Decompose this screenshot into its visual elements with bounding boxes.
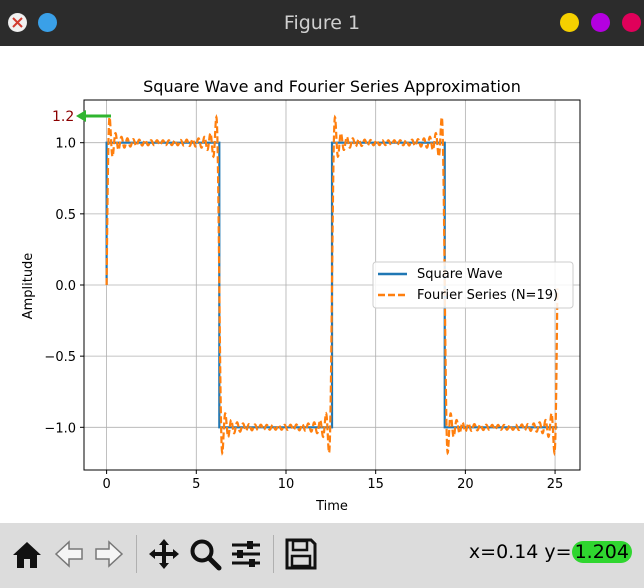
figure-canvas[interactable]: 0 5 10 15 20 25 −1.0 −0.5 0.0 0.5 1.0 Square Wave … <box>0 46 644 523</box>
x-tick-label: 5 <box>192 477 200 492</box>
home-icon <box>13 542 41 568</box>
legend-label-fourier: Fourier Series (N=19) <box>417 288 558 303</box>
annotation-label: 1.2 <box>52 109 74 125</box>
chart: 0 5 10 15 20 25 −1.0 −0.5 0.0 0.5 1.0 Square Wave … <box>21 77 581 514</box>
zoom-icon <box>190 539 222 571</box>
forward-arrow-icon <box>95 540 124 568</box>
x-tick-label: 10 <box>278 477 295 492</box>
x-tick-label: 20 <box>457 477 474 492</box>
forward-button[interactable] <box>92 537 126 571</box>
annotation: 1.2 <box>52 109 111 125</box>
save-icon <box>285 538 317 570</box>
configure-subplots-button[interactable] <box>229 537 263 571</box>
y-tick-label: 0.5 <box>55 208 76 223</box>
zoom-button[interactable] <box>188 537 222 571</box>
toolbar-separator <box>136 535 137 573</box>
back-arrow-icon <box>54 540 83 568</box>
y-tick-label: 0.0 <box>55 279 76 294</box>
x-axis-label: Time <box>315 499 348 514</box>
annotation-arrowhead <box>76 110 86 122</box>
maximize-button[interactable] <box>591 13 610 32</box>
legend: Square Wave Fourier Series (N=19) <box>372 261 574 309</box>
coordinate-y-readout: 1.204 <box>571 541 632 563</box>
y-axis-label: Amplitude <box>21 253 36 320</box>
ticks: 0 5 10 15 20 25 −1.0 −0.5 0.0 0.5 1.0 <box>44 137 563 492</box>
legend-label-square-wave: Square Wave <box>417 267 503 282</box>
back-button[interactable] <box>52 537 86 571</box>
x-tick-label: 25 <box>547 477 564 492</box>
save-button[interactable] <box>284 537 318 571</box>
y-tick-label: −1.0 <box>44 421 76 436</box>
pan-button[interactable] <box>147 537 181 571</box>
configure-subplots-icon <box>232 541 260 567</box>
minimize-button[interactable] <box>560 13 579 32</box>
window-titlebar: Figure 1 <box>0 0 644 46</box>
y-tick-label: −0.5 <box>44 350 76 365</box>
chart-title: Square Wave and Fourier Series Approxima… <box>143 77 521 96</box>
x-tick-label: 15 <box>367 477 384 492</box>
home-button[interactable] <box>10 537 44 571</box>
close-button[interactable] <box>622 13 641 32</box>
coordinate-readout: x=0.14 y= 1.204 <box>469 541 632 563</box>
pan-icon <box>149 539 179 569</box>
window-title: Figure 1 <box>283 12 361 34</box>
matplotlib-toolbar: x=0.14 y= 1.204 <box>0 523 644 588</box>
x-tick-label: 0 <box>102 477 110 492</box>
y-tick-label: 1.0 <box>55 137 76 152</box>
toolbar-separator <box>273 535 274 573</box>
coordinate-x-readout: x=0.14 y= <box>468 541 572 563</box>
